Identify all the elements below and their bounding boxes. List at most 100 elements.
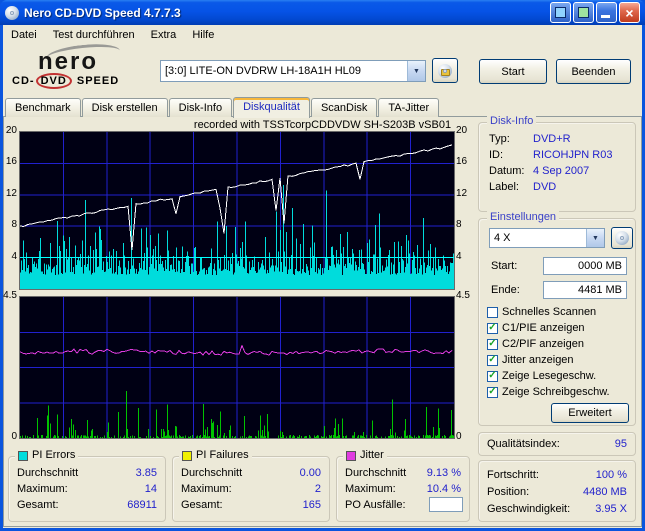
checkbox-zeige-lesegeschw[interactable]: ✓ Zeige Lesegeschw. [487, 369, 596, 383]
tab-strip: Benchmark Disk erstellen Disk-Info Diskqual… [5, 95, 440, 118]
checkbox-label: Zeige Schreibgeschw. [502, 386, 610, 398]
checkbox-box[interactable] [487, 306, 498, 318]
stats-row-label: Maximum: [17, 483, 68, 495]
stats-row-value: 68911 [127, 499, 157, 511]
tab-disk-info[interactable]: Disk-Info [168, 98, 233, 117]
tab-diskqualität[interactable]: Diskqualität [233, 97, 310, 118]
logo-cd-text: CD- [12, 75, 35, 87]
tab-scandisk[interactable]: ScanDisk [310, 98, 378, 117]
stats-group-name: PI Errors [32, 449, 76, 461]
titlebar-buttons: × [550, 2, 640, 23]
y-axis-tick-label: 4.5 [3, 290, 17, 301]
checkbox-box[interactable]: ✓ [487, 338, 498, 350]
tab-benchmark[interactable]: Benchmark [5, 98, 81, 117]
po-failures-label: PO Ausfälle: [345, 499, 406, 511]
stats-row-label: Gesamt: [181, 499, 223, 511]
tab-ta-jitter[interactable]: TA-Jitter [378, 98, 440, 117]
blue-square-icon [555, 7, 566, 18]
minimize-button[interactable] [596, 2, 617, 23]
stats-row-value: 10.4 % [426, 483, 461, 495]
logo-dvd-circled-text: DVD [35, 73, 72, 89]
pi-failures-group: PI Failures Durchschnitt 0.00 Maximum: 2 Gesa… [172, 449, 330, 522]
legend-color-chip [18, 450, 28, 461]
legend-color-chip [346, 450, 356, 461]
insert-disc-button[interactable] [432, 58, 458, 83]
disk-info-row-label: Label: [489, 181, 519, 193]
logo-speed-text: SPEED [72, 75, 120, 87]
checkbox-box[interactable]: ✓ [487, 354, 498, 366]
drive-select-value: [3:0] LITE-ON DVDRW LH-18A1H HL09 [165, 65, 362, 77]
disk-info-row-value: RICOHJPN R03 [533, 149, 613, 161]
checkbox-c2-pif-anzeigen[interactable]: ✓ C2/PIF anzeigen [487, 337, 584, 351]
quality-index-value: 95 [614, 438, 627, 450]
titlebar-blue-window-icon[interactable] [550, 2, 571, 23]
progress-row-value: 3.95 X [595, 503, 627, 515]
progress-row-label: Fortschritt: [487, 469, 539, 481]
stats-row-label: Durchschnitt [17, 467, 79, 479]
checkbox-zeige-schreibgeschw[interactable]: ✓ Zeige Schreibgeschw. [487, 385, 610, 399]
close-button[interactable]: × [619, 2, 640, 23]
pi-errors-group: PI Errors Durchschnitt 3.85 Maximum: 14 Gesam… [8, 449, 166, 522]
disk-info-row: Datum: 4 Sep 2007 [479, 165, 635, 178]
menu-item-hilfe[interactable]: Hilfe [184, 26, 222, 44]
progress-row: Fortschritt: 100 % [479, 469, 635, 482]
checkbox-label: C1/PIE anzeigen [502, 322, 585, 334]
window-title: Nero CD-DVD Speed 4.7.7.3 [24, 5, 181, 20]
stats-row: Gesamt: 165 [173, 499, 329, 512]
titlebar[interactable]: Nero CD-DVD Speed 4.7.7.3 × [0, 0, 645, 25]
y-axis-tick-label: 0 [11, 431, 17, 442]
po-failures-field [429, 497, 463, 512]
quality-index-label: Qualitätsindex: [487, 438, 560, 450]
checkbox-label: Zeige Lesegeschw. [502, 370, 597, 382]
checkbox-c1-pie-anzeigen[interactable]: ✓ C1/PIE anzeigen [487, 321, 585, 335]
disk-info-rows: Typ: DVD+R ID: RICOHJPN R03 Datum: 4 Sep 2007… [479, 123, 635, 211]
settings-group: Einstellungen 4 X ▼ Start: 0000 MB Ende:… [478, 211, 636, 426]
checkbox-box[interactable]: ✓ [487, 322, 498, 334]
menu-item-extra[interactable]: Extra [143, 26, 185, 44]
menu-item-test-durchführen[interactable]: Test durchführen [45, 26, 143, 44]
y-axis-tick-label: 4 [456, 250, 462, 262]
menu-item-datei[interactable]: Datei [3, 26, 45, 44]
checkbox-box[interactable]: ✓ [487, 386, 498, 398]
stats-row-value: 14 [144, 483, 157, 495]
logo-brand-text: nero [38, 48, 99, 75]
tab-disk-erstellen[interactable]: Disk erstellen [81, 98, 168, 117]
disk-info-row-value: DVD+R [533, 133, 571, 145]
stats-row-value: 0.00 [299, 467, 321, 479]
stats-group-title: Jitter [343, 449, 387, 462]
disk-info-row: ID: RICOHJPN R03 [479, 149, 635, 162]
y-axis-tick-label: 4.5 [456, 290, 470, 301]
jitter-group: Jitter Durchschnitt 9.13 % Maximum: 10.4 % PO… [336, 449, 470, 522]
po-failures-row: PO Ausfälle: [337, 497, 469, 512]
quit-button[interactable]: Beenden [556, 59, 631, 84]
checkbox-schnelles-scannen[interactable]: Schnelles Scannen [487, 305, 596, 319]
stats-group-name: Jitter [360, 449, 384, 461]
y-axis-tick-label: 20 [5, 125, 17, 136]
pie-errors-chart [19, 131, 455, 290]
titlebar-green-window-icon[interactable] [573, 2, 594, 23]
chevron-down-icon[interactable]: ▼ [407, 61, 425, 81]
stats-row-value: 9.13 % [426, 467, 461, 479]
stats-row-label: Durchschnitt [345, 467, 407, 479]
advanced-button[interactable]: Erweitert [551, 403, 629, 423]
stats-row-label: Gesamt: [17, 499, 59, 511]
drive-select[interactable]: [3:0] LITE-ON DVDRW LH-18A1H HL09 ▼ [160, 60, 426, 82]
disk-info-row-label: Datum: [489, 165, 525, 177]
checkbox-label: C2/PIF anzeigen [502, 338, 584, 350]
stats-row: Maximum: 2 [173, 483, 329, 496]
stats-row: Durchschnitt 3.85 [9, 467, 165, 480]
stats-row-label: Maximum: [345, 483, 396, 495]
start-button[interactable]: Start [479, 59, 547, 84]
logo-product-text: CD- DVD SPEED [12, 73, 120, 89]
checkbox-jitter-anzeigen[interactable]: ✓ Jitter anzeigen [487, 353, 574, 367]
progress-row-value: 100 % [595, 469, 627, 481]
stats-row: Gesamt: 68911 [9, 499, 165, 512]
quality-index-group: Qualitätsindex: 95 [478, 432, 636, 456]
y-axis-tick-label: 8 [11, 219, 17, 231]
checkbox-box[interactable]: ✓ [487, 370, 498, 382]
y-axis-tick-label: 4 [11, 250, 17, 262]
y-axis-tick-label: 12 [5, 187, 17, 199]
checkbox-label: Schnelles Scannen [502, 306, 597, 318]
settings-checkboxes: Schnelles Scannen ✓ C1/PIE anzeigen ✓ C2/PIF… [479, 219, 635, 425]
close-icon: × [625, 4, 634, 21]
